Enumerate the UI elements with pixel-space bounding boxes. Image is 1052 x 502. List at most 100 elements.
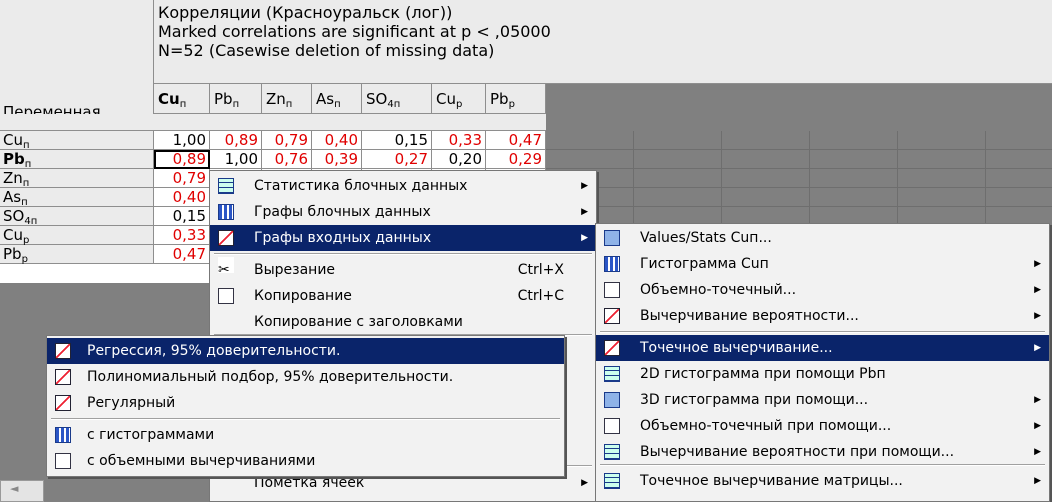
label-base: Pb: [3, 245, 22, 263]
input-graphs-item[interactable]: 2D гистограмма при помощи Pbп: [596, 361, 1049, 387]
context-menu-item[interactable]: Графы входных данных ▶: [210, 225, 596, 251]
empty-cell[interactable]: [722, 169, 810, 188]
table-cell[interactable]: 0,20: [432, 150, 486, 169]
table-cell[interactable]: 1,00: [154, 131, 210, 150]
scatter-item[interactable]: с гистограммами: [47, 422, 564, 448]
label-base: Cu: [3, 131, 23, 149]
empty-cell[interactable]: [634, 169, 722, 188]
context-menu-item[interactable]: Графы блочных данных ▶: [210, 199, 596, 225]
context-menu-item-label: Вырезание: [254, 262, 336, 278]
scatter-item[interactable]: Полиномиальный подбор, 95% доверительнос…: [47, 364, 564, 390]
table-cell[interactable]: 0,47: [486, 131, 546, 150]
table-title-line-2: Marked correlations are significant at p…: [158, 22, 551, 41]
table-cell[interactable]: 0,39: [312, 150, 362, 169]
empty-cell[interactable]: [810, 169, 898, 188]
row-header[interactable]: Asп: [0, 188, 154, 208]
table-cell[interactable]: 0,27: [362, 150, 432, 169]
empty-cell[interactable]: [634, 150, 722, 169]
input-graphs-item[interactable]: Точечное вычерчивание... ▶: [596, 335, 1049, 361]
scatter3d-by-icon: [604, 418, 620, 434]
table-cell[interactable]: 0,47: [154, 245, 210, 264]
scatter-item[interactable]: Регрессия, 95% доверительности.: [47, 338, 564, 364]
scatter-item[interactable]: с объемными вычерчиваниями: [47, 448, 564, 474]
table-cell[interactable]: 0,29: [486, 150, 546, 169]
input-graphs-item-label: Точечное вычерчивание...: [640, 340, 833, 356]
empty-cell[interactable]: [986, 188, 1052, 207]
label-subscript: п: [179, 99, 187, 110]
input-graphs-item[interactable]: Объемно-точечный... ▶: [596, 277, 1049, 303]
empty-cell[interactable]: [986, 131, 1052, 150]
column-header[interactable]: Znп: [262, 84, 312, 114]
menu-separator: [600, 464, 1045, 466]
empty-cell[interactable]: [722, 188, 810, 207]
label-subscript: р: [455, 99, 463, 110]
input-graphs-item[interactable]: Values/Stats Cuп...: [596, 225, 1049, 251]
column-header[interactable]: SO4п: [362, 84, 432, 114]
input-graphs-item[interactable]: Вычерчивание вероятности... ▶: [596, 303, 1049, 329]
label-subscript: п: [334, 99, 341, 110]
column-header[interactable]: Pbр: [486, 84, 546, 114]
empty-cell[interactable]: [634, 131, 722, 150]
input-graphs-item[interactable]: 3D гистограмма при помощи... ▶: [596, 387, 1049, 413]
scatter-item[interactable]: Регулярный: [47, 390, 564, 416]
empty-cell[interactable]: [546, 150, 634, 169]
table-cell[interactable]: 0,76: [262, 150, 312, 169]
context-menu-item[interactable]: ✂ Вырезание Ctrl+X: [210, 257, 596, 283]
scatter-item-label: Регулярный: [87, 395, 176, 411]
input-graphs-item[interactable]: Вычерчивание вероятности при помощи... ▶: [596, 439, 1049, 465]
column-header[interactable]: Pbп: [210, 84, 262, 114]
table-cell[interactable]: 0,89: [210, 131, 262, 150]
chevron-right-icon: ▶: [1034, 311, 1041, 321]
empty-cell[interactable]: [898, 131, 986, 150]
column-header[interactable]: Cuп: [154, 84, 210, 114]
table-cell[interactable]: 0,33: [432, 131, 486, 150]
scroll-left-button[interactable]: [0, 480, 44, 502]
empty-cell[interactable]: [810, 150, 898, 169]
chevron-right-icon: ▶: [581, 181, 588, 191]
context-menu-item-shortcut: Ctrl+C: [517, 288, 564, 304]
row-header[interactable]: SO4п: [0, 207, 154, 227]
table-cell[interactable]: 0,15: [362, 131, 432, 150]
scroll-left-arrow-icon: ◄: [10, 482, 19, 495]
input-graphs-item[interactable]: Объемно-точечный при помощи... ▶: [596, 413, 1049, 439]
input-graphs-item-label: 3D гистограмма при помощи...: [640, 392, 869, 408]
input-graphs-item[interactable]: Точечное вычерчивание матрицы... ▶: [596, 468, 1049, 494]
input-graphs-item-label: Вычерчивание вероятности при помощи...: [640, 444, 955, 460]
empty-cell[interactable]: [898, 188, 986, 207]
context-menu-item[interactable]: Копирование с заголовками: [210, 309, 596, 335]
empty-cell[interactable]: [634, 188, 722, 207]
empty-cell[interactable]: [898, 169, 986, 188]
context-menu-item[interactable]: Статистика блочных данных ▶: [210, 173, 596, 199]
chevron-right-icon: ▶: [581, 478, 588, 488]
empty-cell[interactable]: [986, 169, 1052, 188]
table-cell[interactable]: 0,79: [154, 169, 210, 188]
empty-cell[interactable]: [722, 131, 810, 150]
column-header[interactable]: Cuр: [432, 84, 486, 114]
table-cell[interactable]: 0,33: [154, 226, 210, 245]
input-graphs-item-label: Вычерчивание вероятности...: [640, 308, 859, 324]
table-cell[interactable]: 0,89: [154, 150, 210, 169]
column-header[interactable]: Asп: [312, 84, 362, 114]
row-header[interactable]: Pbр: [0, 245, 154, 265]
context-menu-item[interactable]: Копирование Ctrl+C: [210, 283, 596, 309]
table-cell[interactable]: 0,40: [154, 188, 210, 207]
table-cell[interactable]: 0,40: [312, 131, 362, 150]
empty-cell[interactable]: [898, 150, 986, 169]
empty-cell[interactable]: [722, 150, 810, 169]
row-header[interactable]: Cuр: [0, 226, 154, 246]
row-header[interactable]: Cuп: [0, 131, 154, 151]
table-cell[interactable]: 0,79: [262, 131, 312, 150]
row-header[interactable]: Znп: [0, 169, 154, 189]
label-subscript: р: [21, 254, 28, 265]
matrix-plot-icon: [604, 473, 620, 489]
chevron-right-icon: ▶: [1034, 285, 1041, 295]
empty-cell[interactable]: [546, 131, 634, 150]
label-base: SO: [3, 207, 25, 225]
input-graphs-item[interactable]: Гистограмма Cuп ▶: [596, 251, 1049, 277]
empty-cell[interactable]: [810, 131, 898, 150]
empty-cell[interactable]: [810, 188, 898, 207]
empty-cell[interactable]: [986, 150, 1052, 169]
table-cell[interactable]: 0,15: [154, 207, 210, 226]
row-header[interactable]: Pbп: [0, 150, 154, 170]
table-cell[interactable]: 1,00: [210, 150, 262, 169]
